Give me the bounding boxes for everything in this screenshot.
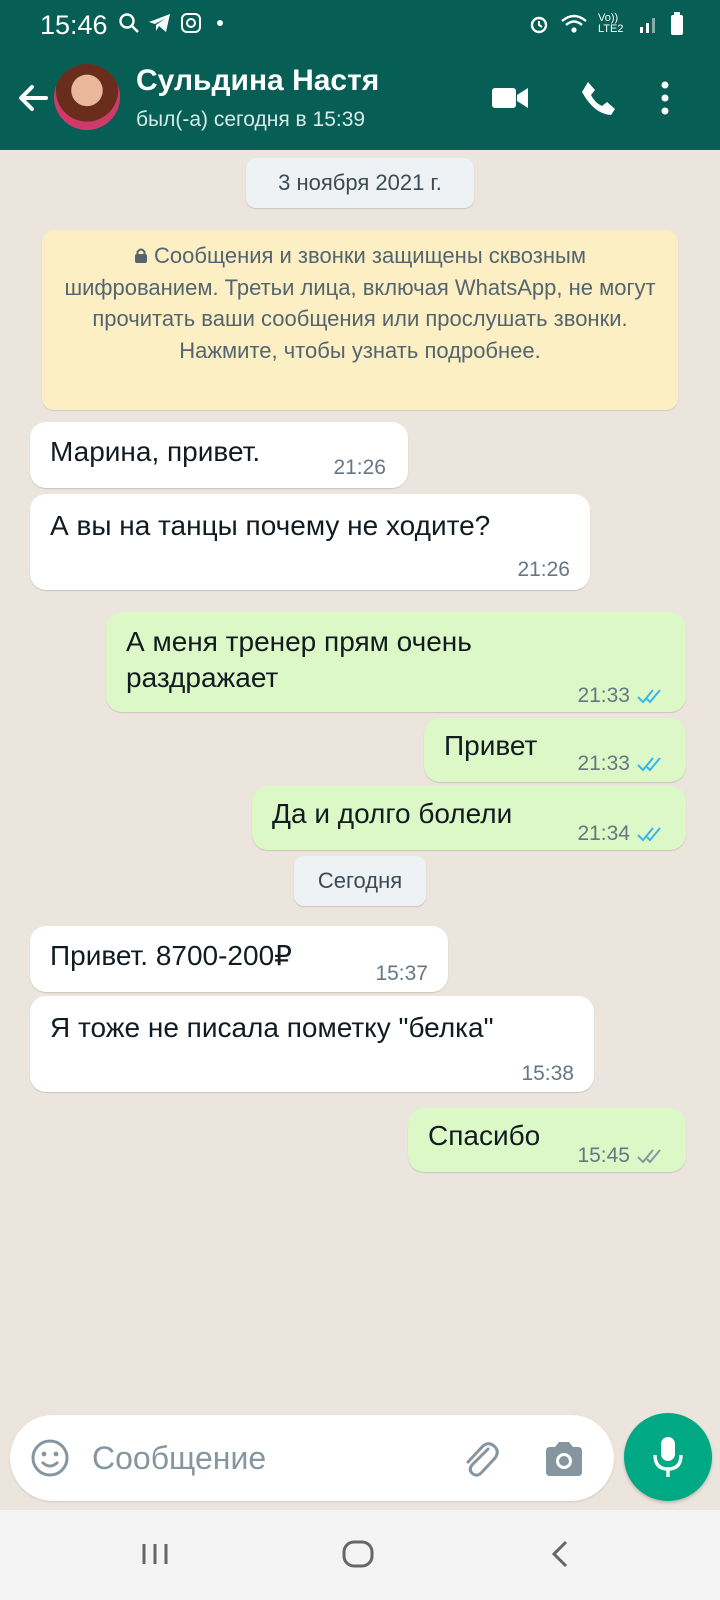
instagram-icon	[181, 13, 201, 33]
contact-name[interactable]: Сульдина Настя	[136, 64, 379, 98]
message-text: Привет	[444, 730, 538, 761]
recent-apps-icon[interactable]	[140, 1538, 170, 1570]
message-outgoing[interactable]: Привет 21:33	[424, 718, 686, 782]
message-time: 21:33	[577, 684, 630, 707]
chat-area[interactable]: 3 ноября 2021 г. Сообщения и звонки защи…	[0, 150, 720, 1415]
more-vert-icon[interactable]	[658, 78, 672, 118]
attach-icon[interactable]	[458, 1437, 502, 1481]
message-incoming[interactable]: Привет. 8700-200₽ 15:37	[30, 926, 448, 992]
message-text-line: раздражает	[126, 662, 279, 693]
read-ticks-icon	[637, 827, 661, 842]
battery-icon	[671, 12, 683, 35]
date-separator: 3 ноября 2021 г.	[246, 158, 474, 208]
phone-icon[interactable]	[578, 78, 618, 118]
back-nav-icon[interactable]	[548, 1538, 572, 1570]
volte-label: Vo)) LTE2	[598, 12, 624, 35]
message-time: 15:37	[375, 962, 428, 985]
chat-header: Сульдина Настя был(-а) сегодня в 15:39	[0, 52, 720, 150]
message-composer	[10, 1415, 614, 1501]
mic-icon	[653, 1437, 683, 1477]
lock-icon	[135, 248, 148, 263]
message-outgoing[interactable]: А меня тренер прям очень раздражает 21:3…	[106, 612, 686, 712]
message-incoming[interactable]: Марина, привет. 21:26	[30, 422, 408, 488]
telegram-icon	[149, 14, 170, 32]
encryption-notice[interactable]: Сообщения и звонки защищены сквозным шиф…	[42, 230, 678, 410]
camera-icon[interactable]	[542, 1439, 586, 1479]
status-bar: 15:46 Vo)) LTE2	[0, 0, 720, 52]
avatar[interactable]	[54, 64, 120, 130]
message-time: 21:26	[333, 456, 386, 479]
message-time: 21:26	[517, 558, 570, 581]
status-right-icons: Vo)) LTE2	[528, 12, 684, 36]
emoji-icon[interactable]	[30, 1438, 70, 1478]
message-outgoing[interactable]: Да и долго болели 21:34	[252, 786, 686, 850]
message-text: Я тоже не писала пометку "белка"	[50, 1012, 494, 1043]
read-ticks-icon	[637, 757, 661, 772]
status-left-icons	[118, 12, 230, 34]
message-incoming[interactable]: Я тоже не писала пометку "белка" 15:38	[30, 996, 594, 1092]
wifi-icon	[561, 14, 587, 33]
last-seen-status[interactable]: был(-а) сегодня в 15:39	[136, 108, 365, 132]
search-icon	[119, 13, 139, 33]
message-time: 15:45	[577, 1144, 630, 1167]
home-icon[interactable]	[340, 1538, 376, 1570]
video-call-icon[interactable]	[490, 78, 530, 118]
encryption-notice-text: Сообщения и звонки защищены сквозным шиф…	[64, 243, 656, 363]
message-text: Да и долго болели	[272, 798, 513, 829]
message-text: Марина, привет.	[50, 436, 261, 467]
signal-icon	[640, 18, 655, 33]
message-time: 15:38	[521, 1062, 574, 1085]
message-text: А вы на танцы почему не ходите?	[50, 510, 491, 541]
date-separator: Сегодня	[294, 856, 426, 906]
status-time: 15:46	[40, 10, 108, 40]
message-input[interactable]	[92, 1437, 442, 1479]
message-text: Привет. 8700-200₽	[50, 940, 292, 971]
read-ticks-icon	[637, 689, 661, 704]
dot-icon	[217, 20, 223, 26]
message-text-line: А меня тренер прям очень	[126, 626, 472, 657]
mic-button[interactable]	[624, 1413, 712, 1501]
message-incoming[interactable]: А вы на танцы почему не ходите? 21:26	[30, 494, 590, 590]
message-text: Спасибо	[428, 1120, 541, 1151]
message-outgoing[interactable]: Спасибо 15:45	[408, 1108, 686, 1172]
alarm-icon	[530, 16, 548, 34]
delivered-ticks-icon	[637, 1149, 661, 1164]
message-time: 21:33	[577, 752, 630, 775]
back-arrow-icon[interactable]	[14, 76, 54, 120]
message-time: 21:34	[577, 822, 630, 845]
system-navigation-bar	[0, 1510, 720, 1600]
